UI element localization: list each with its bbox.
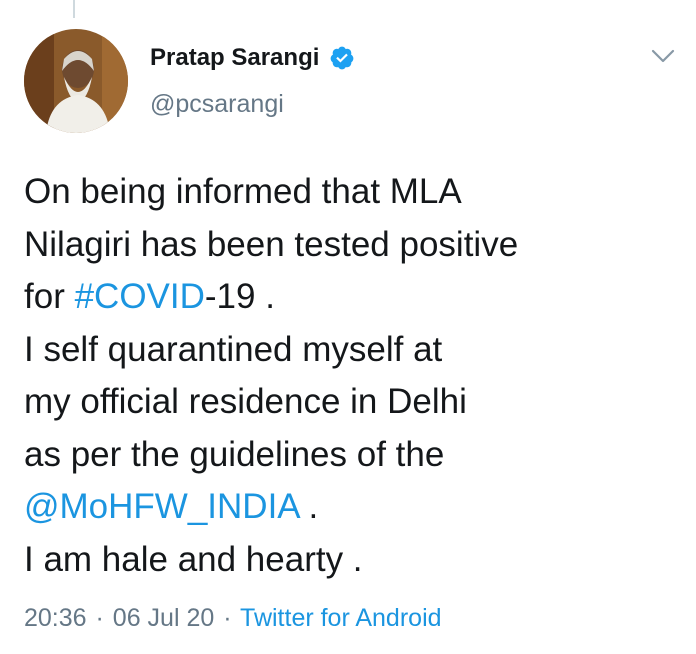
tweet-source-link[interactable]: Twitter for Android	[240, 604, 441, 632]
tweet-line: I self quarantined myself at	[24, 329, 443, 369]
author-name[interactable]: Pratap Sarangi	[150, 44, 319, 72]
tweet-text-segment: for	[24, 277, 75, 316]
author-handle[interactable]: @pcsarangi	[150, 90, 284, 119]
mention-link[interactable]: @MoHFW_INDIA	[24, 487, 299, 526]
tweet-line: On being informed that MLA	[24, 172, 462, 211]
tweet-line: as per the guidelines of the	[24, 434, 445, 474]
avatar-photo	[24, 29, 128, 133]
tweet-line: I am hale and hearty .	[24, 539, 363, 579]
thread-connector-line	[73, 0, 75, 18]
meta-separator: ·	[223, 604, 232, 632]
tweet-line: for #COVID-19 .	[24, 271, 684, 324]
tweet-metadata: 20:36 · 06 Jul 20 · Twitter for Android	[24, 604, 442, 633]
tweet-text-segment: .	[298, 487, 319, 526]
avatar[interactable]	[24, 29, 128, 133]
tweet-body: On being informed that MLA Nilagiri has …	[24, 166, 684, 586]
tweet-line: Nilagiri has been tested positive	[24, 224, 519, 264]
tweet-time[interactable]: 20:36	[24, 604, 87, 632]
meta-separator: ·	[95, 604, 104, 632]
author-name-row: Pratap Sarangi	[150, 44, 355, 72]
verified-badge-icon	[331, 46, 354, 70]
tweet-date[interactable]: 06 Jul 20	[113, 604, 214, 632]
chevron-down-icon[interactable]	[650, 46, 676, 66]
tweet-text-segment: -19 .	[204, 277, 275, 316]
hashtag-link[interactable]: #COVID	[75, 277, 205, 316]
tweet-line: my official residence in Delhi	[24, 382, 467, 421]
tweet-line: @MoHFW_INDIA .	[24, 481, 684, 534]
